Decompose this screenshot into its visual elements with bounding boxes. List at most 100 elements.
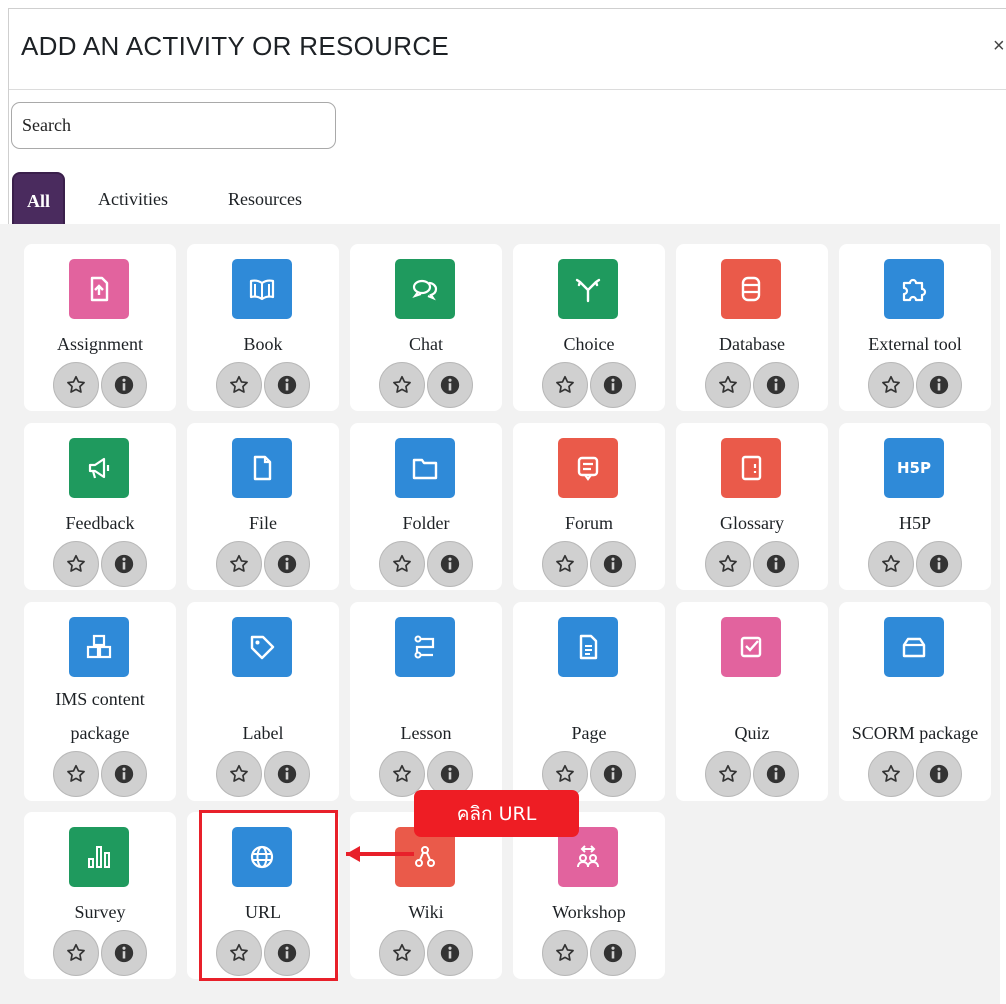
tab-activities[interactable]: Activities: [98, 172, 168, 224]
module-card-book[interactable]: Book: [187, 244, 339, 411]
star-icon[interactable]: [53, 930, 99, 976]
annotation-arrowhead: [346, 846, 360, 862]
module-name: Choice: [563, 334, 615, 354]
info-icon[interactable]: [590, 751, 636, 797]
module-card-choice[interactable]: Choice: [513, 244, 665, 411]
star-icon[interactable]: [379, 541, 425, 587]
module-card-scorm-package[interactable]: SCORM package: [839, 602, 991, 801]
module-name: Glossary: [720, 513, 784, 533]
info-icon[interactable]: [101, 541, 147, 587]
star-icon[interactable]: [216, 541, 262, 587]
module-actions: [24, 541, 176, 587]
module-actions: [350, 541, 502, 587]
module-card-external-tool[interactable]: External tool: [839, 244, 991, 411]
module-name: SCORM package: [851, 723, 979, 743]
info-icon[interactable]: [427, 930, 473, 976]
module-actions: [839, 751, 991, 797]
info-icon[interactable]: [590, 930, 636, 976]
page-icon: [558, 617, 618, 677]
database-icon: [721, 259, 781, 319]
info-icon[interactable]: [753, 362, 799, 408]
tab-resources[interactable]: Resources: [228, 172, 302, 224]
chat-icon: [395, 259, 455, 319]
info-icon[interactable]: [264, 751, 310, 797]
module-card-page[interactable]: Page: [513, 602, 665, 801]
info-icon[interactable]: [427, 541, 473, 587]
module-card-chat[interactable]: Chat: [350, 244, 502, 411]
info-icon[interactable]: [101, 362, 147, 408]
tab-bar: All Activities Resources: [0, 172, 1000, 225]
search-input[interactable]: [11, 102, 336, 149]
module-name: Assignment: [56, 334, 143, 354]
info-icon[interactable]: [264, 541, 310, 587]
ims-package-icon: [69, 617, 129, 677]
module-card-survey[interactable]: Survey: [24, 812, 176, 979]
module-name: H5P: [898, 513, 931, 533]
module-card-feedback[interactable]: Feedback: [24, 423, 176, 590]
star-icon[interactable]: [379, 362, 425, 408]
module-name: Forum: [564, 513, 613, 533]
info-icon[interactable]: [427, 362, 473, 408]
info-icon[interactable]: [916, 362, 962, 408]
scorm-icon: [884, 617, 944, 677]
module-actions: [839, 362, 991, 408]
module-name: Survey: [74, 902, 126, 922]
module-card-folder[interactable]: Folder: [350, 423, 502, 590]
module-card-assignment[interactable]: Assignment: [24, 244, 176, 411]
h5p-icon: H5P: [884, 438, 944, 498]
star-icon[interactable]: [53, 751, 99, 797]
module-card-workshop[interactable]: Workshop: [513, 812, 665, 979]
module-actions: [839, 541, 991, 587]
info-icon[interactable]: [753, 751, 799, 797]
star-icon[interactable]: [216, 751, 262, 797]
module-actions: [350, 362, 502, 408]
module-card-forum[interactable]: Forum: [513, 423, 665, 590]
star-icon[interactable]: [868, 751, 914, 797]
annotation-callout: คลิก URL: [414, 790, 579, 837]
star-icon[interactable]: [53, 541, 99, 587]
h5p-icon-text: H5P: [897, 459, 931, 477]
module-name: Chat: [409, 334, 443, 354]
module-actions: [676, 541, 828, 587]
tab-all[interactable]: All: [12, 172, 66, 224]
info-icon[interactable]: [916, 541, 962, 587]
star-icon[interactable]: [379, 930, 425, 976]
choice-icon: [558, 259, 618, 319]
info-icon[interactable]: [753, 541, 799, 587]
info-icon[interactable]: [264, 362, 310, 408]
star-icon[interactable]: [53, 362, 99, 408]
star-icon[interactable]: [542, 930, 588, 976]
info-icon[interactable]: [590, 541, 636, 587]
lesson-icon: [395, 617, 455, 677]
module-name: Lesson: [400, 723, 452, 743]
module-actions: [187, 541, 339, 587]
module-card-file[interactable]: File: [187, 423, 339, 590]
close-button[interactable]: ×: [993, 35, 1005, 58]
module-name: External tool: [868, 334, 962, 354]
module-actions: [187, 751, 339, 797]
module-card-ims-content-package[interactable]: IMS content package: [24, 602, 176, 801]
info-icon[interactable]: [590, 362, 636, 408]
info-icon[interactable]: [916, 751, 962, 797]
star-icon[interactable]: [216, 362, 262, 408]
star-icon[interactable]: [868, 362, 914, 408]
star-icon[interactable]: [705, 362, 751, 408]
star-icon[interactable]: [542, 541, 588, 587]
module-name: Label: [242, 723, 284, 743]
info-icon[interactable]: [101, 751, 147, 797]
module-actions: [24, 751, 176, 797]
module-card-database[interactable]: Database: [676, 244, 828, 411]
star-icon[interactable]: [542, 362, 588, 408]
module-card-h5p[interactable]: H5P H5P: [839, 423, 991, 590]
module-card-quiz[interactable]: Quiz: [676, 602, 828, 801]
module-card-glossary[interactable]: Glossary: [676, 423, 828, 590]
module-actions: [676, 362, 828, 408]
info-icon[interactable]: [101, 930, 147, 976]
star-icon[interactable]: [868, 541, 914, 587]
module-card-label[interactable]: Label: [187, 602, 339, 801]
star-icon[interactable]: [705, 751, 751, 797]
survey-chart-icon: [69, 827, 129, 887]
module-card-wiki[interactable]: Wiki: [350, 812, 502, 979]
star-icon[interactable]: [705, 541, 751, 587]
module-card-lesson[interactable]: Lesson: [350, 602, 502, 801]
